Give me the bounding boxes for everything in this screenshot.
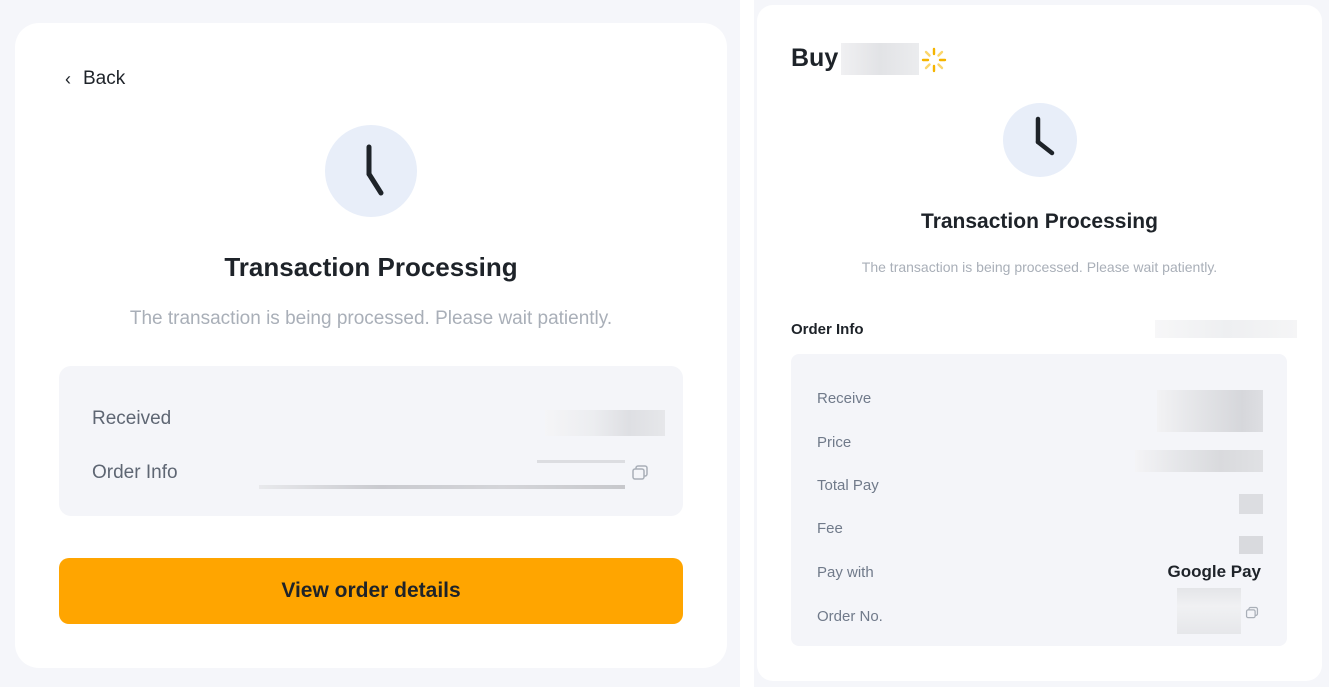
price-label: Price xyxy=(817,434,852,451)
clock-icon xyxy=(1003,103,1077,177)
spinner-icon xyxy=(921,47,947,73)
fee-value-redacted xyxy=(1239,536,1263,554)
total-pay-value-redacted xyxy=(1239,494,1263,514)
order-info-redacted xyxy=(1155,320,1297,338)
total-pay-label: Total Pay xyxy=(817,477,879,494)
order-no-value-redacted xyxy=(1177,588,1241,634)
back-label: Back xyxy=(83,68,126,89)
fee-label: Fee xyxy=(817,520,843,537)
pay-with-label: Pay with xyxy=(817,564,874,581)
page-title: Transaction Processing xyxy=(921,210,1158,233)
view-order-details-button[interactable]: View order details xyxy=(59,558,683,624)
order-info-label: Order Info xyxy=(92,462,178,483)
pay-with-value: Google Pay xyxy=(1167,562,1261,581)
buy-asset-redacted xyxy=(841,43,919,75)
receive-value-redacted xyxy=(1157,390,1263,432)
order-info-heading: Order Info xyxy=(791,321,864,338)
chevron-left-icon: ‹ xyxy=(65,69,71,89)
price-value-redacted xyxy=(1135,450,1263,472)
received-value-redacted xyxy=(545,410,665,436)
receive-label: Receive xyxy=(817,390,872,407)
transaction-card-right: Buy Transaction Processing The transacti… xyxy=(757,5,1322,681)
order-details-box: Receive Price Total Pay Fee Pay with Goo… xyxy=(791,354,1287,646)
panel-divider xyxy=(740,0,754,687)
copy-icon[interactable] xyxy=(1245,606,1259,620)
page-title: Transaction Processing xyxy=(224,252,518,282)
order-info-value-redacted-line xyxy=(259,485,625,489)
clock-icon xyxy=(325,125,417,217)
order-summary-box: Received Order Info xyxy=(59,366,683,516)
order-no-label: Order No. xyxy=(817,608,883,625)
back-button[interactable]: ‹ Back xyxy=(65,67,125,91)
copy-icon[interactable] xyxy=(631,464,649,482)
transaction-card-left: ‹ Back Transaction Processing The transa… xyxy=(15,23,727,668)
page-subtitle: The transaction is being processed. Plea… xyxy=(861,259,1218,275)
received-label: Received xyxy=(92,408,172,429)
page-subtitle: The transaction is being processed. Plea… xyxy=(129,308,613,329)
order-info-value-redacted xyxy=(537,460,625,463)
buy-heading: Buy xyxy=(791,44,839,72)
